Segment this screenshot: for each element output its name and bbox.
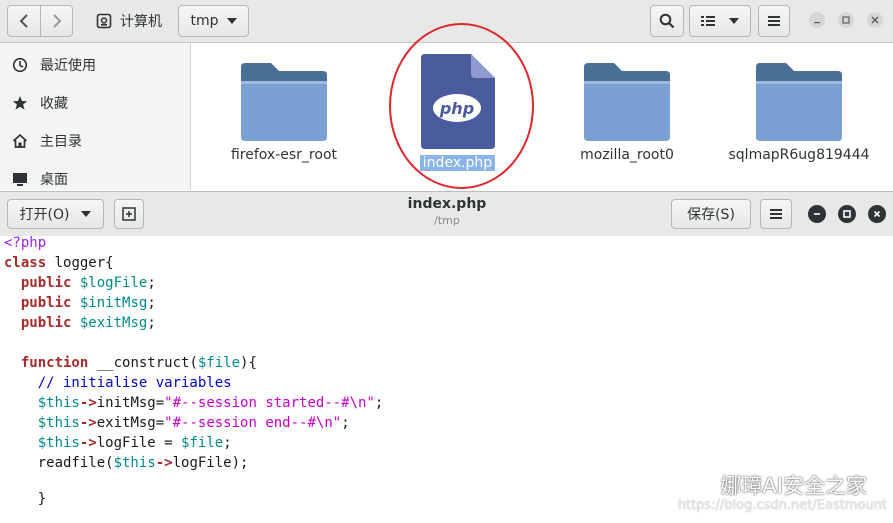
watermark-brand-text: 娜璋AI安全之家 [720,474,867,498]
maximize-icon [842,16,850,24]
code-line: readfile($this->logFile); [4,455,249,471]
forward-button[interactable] [41,6,73,36]
menu-button[interactable] [758,5,790,37]
drive-icon [96,13,112,29]
file-manager-window: 计算机 tmp 最近使用 收藏 主目录 桌面 firefox-esr_root … [0,0,893,190]
editor-title: index.php /tmp [350,196,544,227]
code-line: public $logFile; [20,275,156,291]
file-item-folder[interactable]: firefox-esr_root [229,61,339,163]
document-path: /tmp [434,214,460,227]
view-toggle-button[interactable] [689,5,751,37]
editor-maximize-button[interactable] [838,205,856,223]
breadcrumb-current-label: tmp [190,13,219,29]
maximize-icon [843,210,851,218]
file-name: firefox-esr_root [230,147,337,163]
breadcrumb-home[interactable]: 计算机 [90,5,168,37]
hamburger-icon [770,209,782,219]
sidebar-item-home[interactable]: 主目录 [0,123,190,159]
list-view-icon [701,16,715,26]
caret-down-icon [226,18,237,24]
chevron-left-icon [19,14,28,28]
back-button[interactable] [8,6,40,36]
editor-menu-button[interactable] [760,199,792,229]
open-button[interactable]: 打开(O) [7,199,104,229]
clock-icon [12,57,28,73]
code-line: class logger{ [4,255,114,271]
file-item-folder[interactable]: mozilla_root0 [572,61,682,163]
editor-minimize-button[interactable] [808,205,826,223]
code-line: // initialise variables [37,375,232,391]
minimize-icon [814,22,820,24]
code-line: public $exitMsg; [20,315,156,331]
sidebar-item-recent[interactable]: 最近使用 [0,47,190,83]
new-tab-button[interactable] [114,199,144,229]
sidebar-item-starred[interactable]: 收藏 [0,85,190,121]
code-line: function __construct($file){ [20,355,257,371]
code-line: $this->initMsg="#--session started--#\n"… [37,395,384,411]
file-name: mozilla_root0 [580,147,674,163]
search-icon [659,13,675,29]
save-button-label: 保存(S) [687,207,735,223]
nav-button-group [7,5,73,37]
open-button-label: 打开(O) [19,207,70,223]
wechat-icon [684,474,714,496]
sidebar-item-label: 桌面 [40,172,68,188]
maximize-button[interactable] [838,12,854,28]
minimize-button[interactable] [809,12,825,28]
breadcrumb-current[interactable]: tmp [178,5,249,37]
folder-icon [756,63,842,141]
code-line: $this->exitMsg="#--session end--#\n"; [37,415,350,431]
code-line: <?php [4,235,47,251]
document-title: index.php [407,196,487,212]
home-icon [12,133,28,148]
close-icon [871,16,879,24]
folder-icon [241,63,327,141]
search-button[interactable] [650,5,684,37]
new-document-icon [122,207,136,221]
caret-down-icon [81,211,92,217]
sidebar-item-label: 主目录 [40,134,82,150]
code-line: } [4,491,47,507]
watermark-url: https://blog.csdn.net/Eastmount [677,498,887,513]
annotation-circle [389,23,534,189]
save-button[interactable]: 保存(S) [671,199,751,229]
sidebar-item-label: 最近使用 [40,58,96,74]
code-line: $this->logFile = $file; [37,435,232,451]
desktop-icon [13,173,27,186]
star-icon [12,96,28,110]
breadcrumb-home-label: 计算机 [120,14,162,30]
file-item-folder[interactable]: sqlmapR6ug819444 [728,61,870,163]
code-line: public $initMsg; [20,295,156,311]
watermark-brand: 娜璋AI安全之家 [684,470,867,500]
close-icon [873,210,881,218]
hamburger-icon [768,16,780,26]
sidebar-item-label: 收藏 [40,96,68,112]
chevron-right-icon [53,14,62,28]
close-button[interactable] [867,12,883,28]
folder-icon [584,63,670,141]
places-sidebar: 最近使用 收藏 主目录 桌面 [0,43,191,190]
file-name: sqlmapR6ug819444 [728,147,870,163]
editor-close-button[interactable] [868,205,886,223]
minimize-icon [814,213,820,215]
editor-headerbar: 打开(O) index.php /tmp 保存(S) [0,191,893,237]
caret-down-icon [729,18,739,24]
